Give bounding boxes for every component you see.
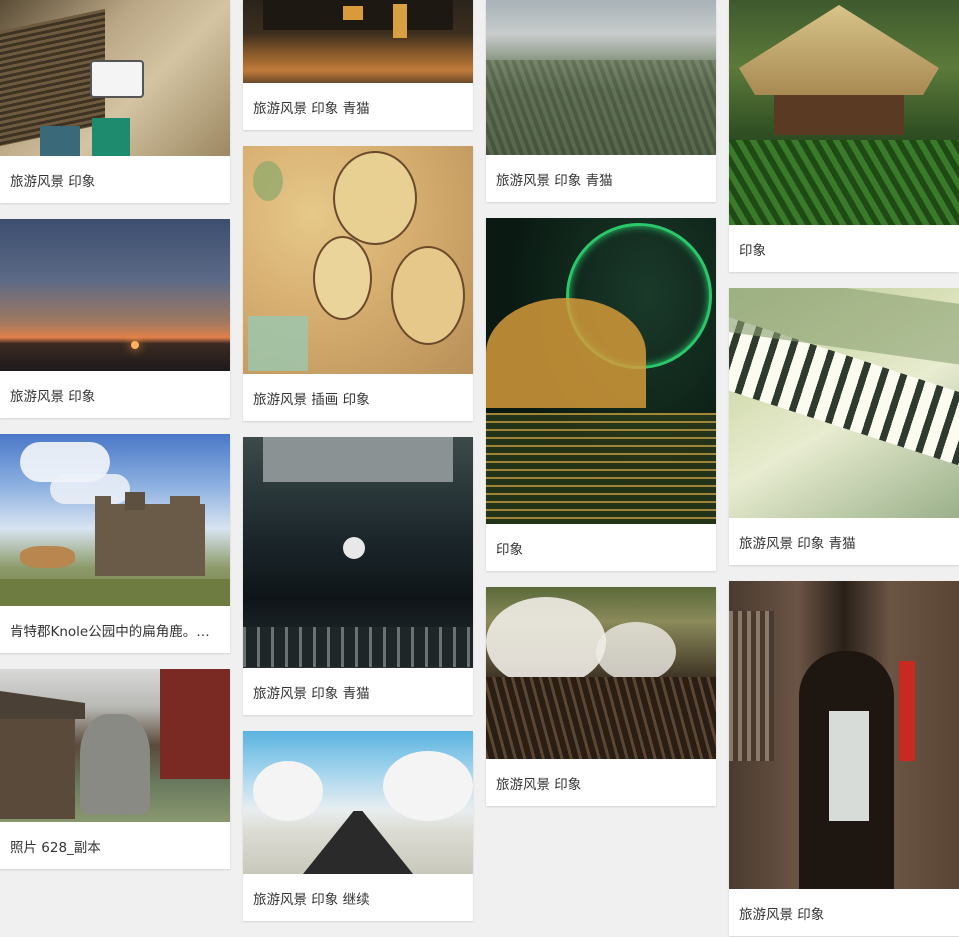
pin-image[interactable] xyxy=(729,288,959,518)
pin-caption: 旅游风景 印象 xyxy=(496,776,582,793)
pin-caption: 旅游风景 印象 青猫 xyxy=(739,535,856,552)
pin-card[interactable]: 印象 xyxy=(729,0,959,272)
pin-image[interactable] xyxy=(0,0,230,156)
pin-card[interactable]: 旅游风景 插画 印象 xyxy=(243,146,473,421)
pin-caption: 旅游风景 印象 xyxy=(10,173,96,190)
pin-image[interactable] xyxy=(243,146,473,374)
pin-caption: 印象 xyxy=(496,541,523,558)
pin-image[interactable] xyxy=(243,731,473,874)
pin-caption: 旅游风景 印象 青猫 xyxy=(253,685,370,702)
pin-card[interactable]: 旅游风景 印象 xyxy=(729,581,959,936)
pin-card[interactable]: 肯特郡Knole公园中的扁角鹿。类似的… xyxy=(0,434,230,653)
pin-image[interactable] xyxy=(0,434,230,606)
pin-caption: 肯特郡Knole公园中的扁角鹿。类似的… xyxy=(10,623,220,640)
pin-card[interactable]: 旅游风景 印象 xyxy=(486,587,716,806)
pin-image[interactable] xyxy=(486,0,716,155)
pin-caption: 印象 xyxy=(739,242,766,259)
pin-image[interactable] xyxy=(486,218,716,524)
pin-card[interactable]: 旅游风景 印象 继续 xyxy=(243,731,473,921)
pin-image[interactable] xyxy=(0,219,230,371)
pin-card[interactable]: 旅游风景 印象 青猫 xyxy=(486,0,716,202)
pin-image[interactable] xyxy=(0,669,230,822)
pin-caption: 照片 628_副本 xyxy=(10,839,101,856)
pin-image[interactable] xyxy=(729,581,959,889)
pin-card[interactable]: 旅游风景 印象 xyxy=(0,219,230,418)
pin-caption: 旅游风景 印象 xyxy=(10,388,96,405)
pin-card[interactable]: 旅游风景 印象 xyxy=(0,0,230,203)
pin-image[interactable] xyxy=(729,0,959,225)
pin-image[interactable] xyxy=(243,437,473,668)
pin-caption: 旅游风景 插画 印象 xyxy=(253,391,370,408)
pin-card[interactable]: 旅游风景 印象 青猫 xyxy=(243,0,473,130)
pin-caption: 旅游风景 印象 xyxy=(739,906,825,923)
pin-card[interactable]: 照片 628_副本 xyxy=(0,669,230,869)
pin-card[interactable]: 旅游风景 印象 青猫 xyxy=(729,288,959,565)
pin-caption: 旅游风景 印象 青猫 xyxy=(496,172,613,189)
pin-caption: 旅游风景 印象 继续 xyxy=(253,891,370,908)
pin-card[interactable]: 旅游风景 印象 青猫 xyxy=(243,437,473,715)
pin-card[interactable]: 印象 xyxy=(486,218,716,571)
pin-caption: 旅游风景 印象 青猫 xyxy=(253,100,370,117)
pin-image[interactable] xyxy=(486,587,716,759)
pin-image[interactable] xyxy=(243,0,473,83)
